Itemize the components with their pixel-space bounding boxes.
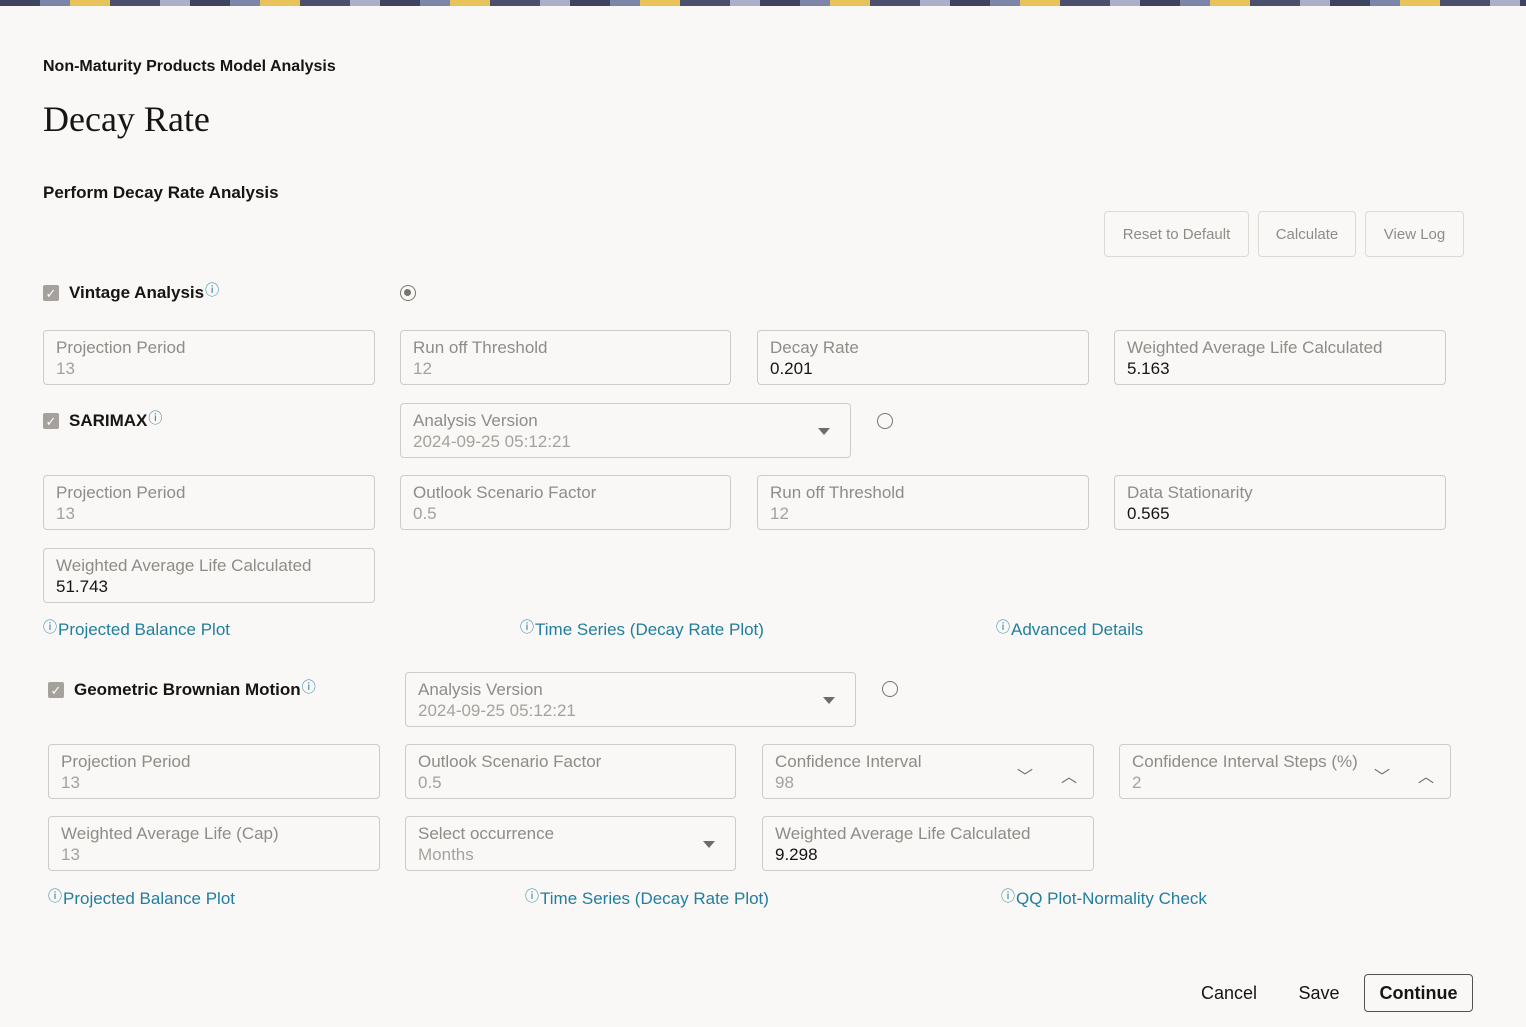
sarimax-outlook-scenario-factor-field[interactable]: Outlook Scenario Factor 0.5 [400, 475, 731, 530]
sarimax-wal-calculated-field: Weighted Average Life Calculated 51.743 [43, 548, 375, 603]
dropdown-caret-icon[interactable] [823, 697, 835, 704]
gbm-select-occurrence-select[interactable]: Select occurrence Months [405, 816, 736, 871]
info-icon: ⓘ [1001, 888, 1015, 904]
sarimax-projected-balance-plot-link[interactable]: ⓘ Projected Balance Plot [43, 619, 230, 640]
gbm-confidence-interval-stepper[interactable]: Confidence Interval 98 ﹀ ︿ [762, 744, 1094, 799]
gbm-wal-cap-field[interactable]: Weighted Average Life (Cap) 13 [48, 816, 380, 871]
gbm-wal-calculated-field: Weighted Average Life Calculated 9.298 [762, 816, 1094, 871]
gbm-label: Geometric Brownian Motion [74, 680, 301, 699]
vintage-projection-period-field[interactable]: Projection Period 13 [43, 330, 375, 385]
info-icon[interactable]: ⓘ [302, 677, 316, 697]
vintage-wal-calculated-field: Weighted Average Life Calculated 5.163 [1114, 330, 1446, 385]
cancel-button[interactable]: Cancel [1190, 974, 1268, 1012]
gbm-analysis-version-select[interactable]: Analysis Version 2024-09-25 05:12:21 [405, 672, 856, 727]
chevron-down-icon[interactable]: ﹀ [1017, 763, 1033, 787]
breadcrumb: Non-Maturity Products Model Analysis [43, 58, 336, 75]
gbm-checkbox[interactable]: ✓ [48, 682, 64, 698]
vintage-analysis-option[interactable]: ✓ Vintage Analysis ⓘ [43, 280, 219, 303]
gbm-confidence-interval-steps-stepper[interactable]: Confidence Interval Steps (%) 2 ﹀ ︿ [1119, 744, 1451, 799]
reset-to-default-button[interactable]: Reset to Default [1104, 211, 1249, 257]
gbm-outlook-scenario-factor-field[interactable]: Outlook Scenario Factor 0.5 [405, 744, 736, 799]
sarimax-time-series-link[interactable]: ⓘ Time Series (Decay Rate Plot) [520, 619, 764, 640]
sarimax-data-stationarity-field: Data Stationarity 0.565 [1114, 475, 1446, 530]
vintage-decay-rate-field: Decay Rate 0.201 [757, 330, 1089, 385]
info-icon[interactable]: ⓘ [205, 280, 219, 300]
gbm-projected-balance-plot-link[interactable]: ⓘ Projected Balance Plot [48, 888, 235, 909]
sarimax-advanced-details-link[interactable]: ⓘ Advanced Details [996, 619, 1143, 640]
header-banner [0, 0, 1526, 6]
vintage-analysis-radio[interactable] [400, 285, 416, 301]
vintage-run-off-threshold-field[interactable]: Run off Threshold 12 [400, 330, 731, 385]
gbm-option[interactable]: ✓ Geometric Brownian Motion ⓘ [48, 677, 316, 700]
sarimax-run-off-threshold-field[interactable]: Run off Threshold 12 [757, 475, 1089, 530]
gbm-time-series-link[interactable]: ⓘ Time Series (Decay Rate Plot) [525, 888, 769, 909]
gbm-qq-plot-link[interactable]: ⓘ QQ Plot-Normality Check [1001, 888, 1207, 909]
info-icon: ⓘ [43, 619, 57, 635]
gbm-radio[interactable] [882, 681, 898, 697]
vintage-analysis-label: Vintage Analysis [69, 283, 205, 302]
gbm-projection-period-field[interactable]: Projection Period 13 [48, 744, 380, 799]
calculate-button[interactable]: Calculate [1258, 211, 1356, 257]
chevron-up-icon[interactable]: ︿ [1061, 763, 1077, 787]
section-title: Perform Decay Rate Analysis [43, 183, 279, 202]
sarimax-checkbox[interactable]: ✓ [43, 413, 59, 429]
sarimax-analysis-version-select[interactable]: Analysis Version 2024-09-25 05:12:21 [400, 403, 851, 458]
dropdown-caret-icon[interactable] [818, 428, 830, 435]
view-log-button[interactable]: View Log [1365, 211, 1464, 257]
sarimax-projection-period-field[interactable]: Projection Period 13 [43, 475, 375, 530]
sarimax-label: SARIMAX [69, 411, 148, 430]
info-icon: ⓘ [996, 619, 1010, 635]
save-button[interactable]: Save [1288, 974, 1350, 1012]
info-icon: ⓘ [48, 888, 62, 904]
continue-button[interactable]: Continue [1364, 974, 1473, 1012]
dropdown-caret-icon[interactable] [703, 841, 715, 848]
page-title: Decay Rate [43, 99, 210, 139]
vintage-analysis-checkbox[interactable]: ✓ [43, 285, 59, 301]
info-icon: ⓘ [520, 619, 534, 635]
info-icon[interactable]: ⓘ [148, 408, 162, 428]
sarimax-option[interactable]: ✓ SARIMAX ⓘ [43, 408, 162, 431]
chevron-down-icon[interactable]: ﹀ [1374, 763, 1390, 787]
chevron-up-icon[interactable]: ︿ [1418, 763, 1434, 787]
info-icon: ⓘ [525, 888, 539, 904]
sarimax-radio[interactable] [877, 413, 893, 429]
